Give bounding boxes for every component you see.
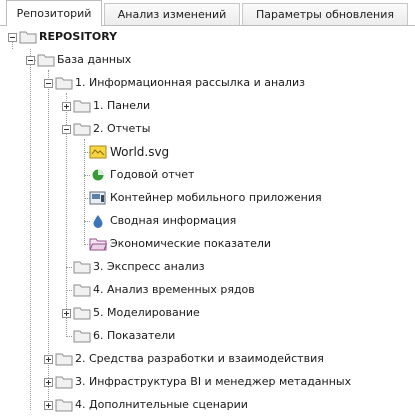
tree-node-mobile-container[interactable]: Контейнер мобильного приложения — [84, 187, 324, 209]
tree-node-label: 1. Панели — [93, 99, 151, 112]
tree-node-reports[interactable]: 2. Отчеты — [0, 118, 200, 140]
tree-node-label: 1. Информационная рассылка и анализ — [75, 76, 305, 89]
pie-chart-icon — [92, 169, 104, 181]
folder-icon — [55, 353, 73, 366]
folder-icon — [73, 330, 91, 343]
tree-node-label: Контейнер мобильного приложения — [110, 191, 322, 204]
tree-node-label: Сводная информация — [110, 214, 237, 227]
tree-node-label: Годовой отчет — [110, 168, 195, 181]
tree-node-database[interactable]: База данных — [0, 49, 300, 71]
tree-node-label: World.svg — [110, 145, 170, 159]
tree-node-repository[interactable]: REPOSITORY — [0, 26, 300, 48]
tree-node-label: 5. Моделирование — [93, 306, 200, 319]
collapse-icon[interactable] — [44, 79, 53, 88]
tree-node-world-svg[interactable]: World.svg — [84, 141, 284, 163]
folder-icon — [73, 307, 91, 320]
folder-icon — [73, 284, 91, 297]
expand-icon[interactable] — [62, 102, 71, 111]
tree-node-label: База данных — [57, 53, 132, 66]
folder-icon — [73, 261, 91, 274]
tree-node-summary[interactable]: Сводная информация — [84, 210, 284, 232]
folder-icon — [55, 77, 73, 90]
tree-node-label: 3. Экспресс анализ — [93, 260, 205, 273]
tree-node-indicators[interactable]: 6. Показатели — [66, 325, 266, 347]
tree-node-economic-indicators[interactable]: Экономические показатели — [84, 233, 284, 255]
drop-icon — [93, 215, 103, 228]
tree-node-label: 4. Анализ временных рядов — [93, 283, 255, 296]
tree-node-infrastructure[interactable]: 3. Инфраструктура BI и менеджер метаданн… — [0, 371, 380, 393]
tree-node-folder-1[interactable]: 1. Информационная рассылка и анализ — [0, 72, 340, 94]
tree-node-label: 2. Отчеты — [93, 122, 151, 135]
tree-node-panels[interactable]: 1. Панели — [0, 95, 200, 117]
map-icon — [89, 145, 107, 159]
expand-icon[interactable] — [62, 309, 71, 318]
open-folder-icon — [89, 238, 107, 251]
tree-node-timeseries[interactable]: 4. Анализ временных рядов — [66, 279, 286, 301]
tree-node-label: 3. Инфраструктура BI и менеджер метаданн… — [75, 375, 352, 388]
repository-tree: REPOSITORY База данных 1. Информационная… — [0, 0, 415, 417]
folder-icon — [55, 399, 73, 412]
folder-icon — [73, 123, 91, 136]
tree-node-label: Экономические показатели — [110, 237, 272, 250]
folder-icon — [37, 54, 55, 67]
expand-icon[interactable] — [44, 401, 53, 410]
tree-node-modeling[interactable]: 5. Моделирование — [0, 302, 200, 324]
folder-icon — [73, 100, 91, 113]
tree-node-label: REPOSITORY — [39, 30, 118, 43]
tree-node-dev-tools[interactable]: 2. Средства разработки и взаимодействия — [0, 348, 360, 370]
tree-node-extra-scenarios[interactable]: 4. Дополнительные сценарии — [0, 394, 300, 416]
expand-icon[interactable] — [44, 355, 53, 364]
folder-icon — [55, 376, 73, 389]
tree-node-label: 6. Показатели — [93, 329, 176, 342]
tree-node-label: 2. Средства разработки и взаимодействия — [75, 352, 324, 365]
collapse-icon[interactable] — [62, 125, 71, 134]
tree-node-label: 4. Дополнительные сценарии — [75, 398, 248, 411]
collapse-icon[interactable] — [8, 33, 17, 42]
collapse-icon[interactable] — [26, 56, 35, 65]
tab-repository[interactable]: Репозиторий — [6, 0, 102, 26]
mobile-container-icon — [89, 191, 106, 205]
expand-icon[interactable] — [44, 378, 53, 387]
tree-node-express[interactable]: 3. Экспресс анализ — [66, 256, 266, 278]
folder-icon — [19, 31, 37, 44]
tree-node-annual-report[interactable]: Годовой отчет — [84, 164, 284, 186]
